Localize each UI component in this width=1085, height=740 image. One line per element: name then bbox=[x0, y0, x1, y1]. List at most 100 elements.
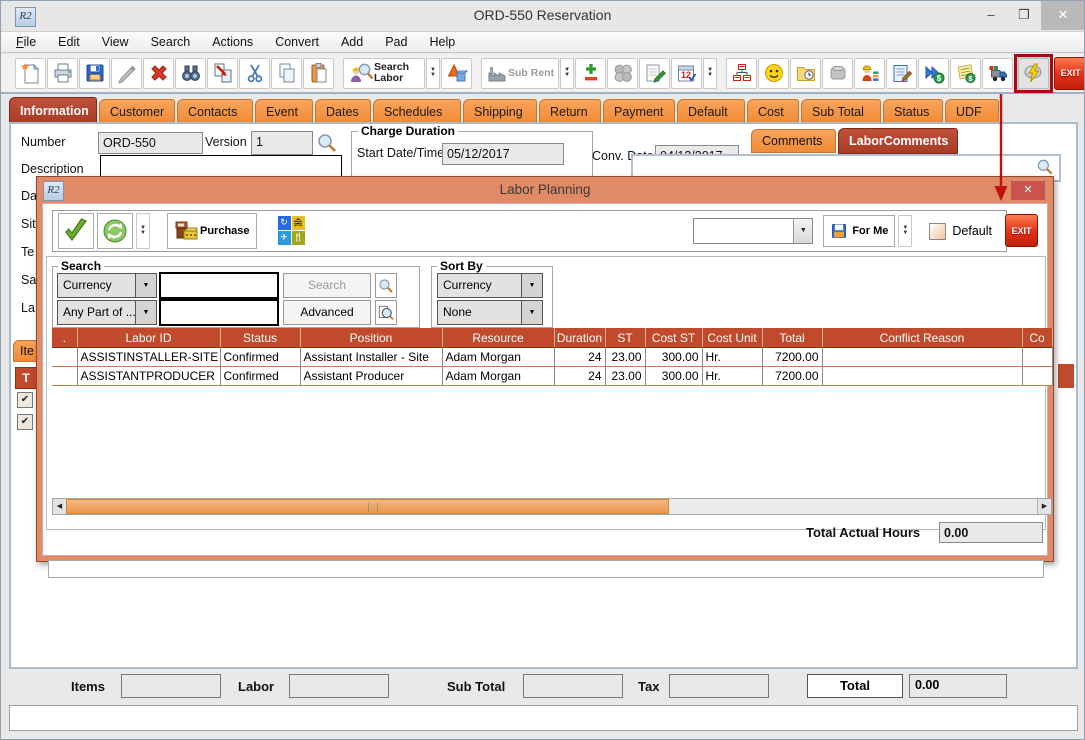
inactive-button[interactable] bbox=[822, 58, 853, 89]
sub-rent-button[interactable]: Sub Rent bbox=[481, 58, 559, 89]
travel-services-button[interactable]: ↻ 🚖︎ ✈︎ 🍴︎ bbox=[278, 216, 306, 246]
col-total[interactable]: Total bbox=[762, 328, 822, 348]
minimize-button[interactable]: – bbox=[976, 1, 1006, 30]
history-folder-button[interactable] bbox=[790, 58, 821, 89]
tab-default[interactable]: Default bbox=[677, 99, 745, 123]
cut-button[interactable] bbox=[239, 58, 270, 89]
transport-button[interactable] bbox=[982, 58, 1013, 89]
tab-payment[interactable]: Payment bbox=[603, 99, 675, 123]
groups-button[interactable] bbox=[607, 58, 638, 89]
labor-field[interactable] bbox=[289, 674, 389, 698]
menu-help[interactable]: Help bbox=[429, 35, 455, 49]
dialog-exit-button[interactable]: EXIT bbox=[1005, 214, 1038, 247]
col-dot[interactable]: . bbox=[52, 328, 77, 348]
send-invoice-button[interactable]: $ bbox=[918, 58, 949, 89]
tab-shipping[interactable]: Shipping bbox=[463, 99, 537, 123]
scroll-right-arrow[interactable]: ▶ bbox=[1037, 499, 1051, 514]
org-chart-button[interactable] bbox=[726, 58, 757, 89]
menu-convert[interactable]: Convert bbox=[275, 35, 319, 49]
find-button[interactable] bbox=[175, 58, 206, 89]
menu-view[interactable]: View bbox=[102, 35, 129, 49]
row-checkbox-1[interactable]: ✔ bbox=[17, 392, 33, 408]
tab-return[interactable]: Return bbox=[539, 99, 601, 123]
edit-notes-button[interactable] bbox=[886, 58, 917, 89]
new-button[interactable] bbox=[15, 58, 46, 89]
chevron-down-icon[interactable]: ▼ bbox=[521, 301, 542, 324]
search-labor-button[interactable]: Search Labor bbox=[343, 58, 425, 89]
search-button[interactable]: Search bbox=[283, 273, 371, 298]
tab-event[interactable]: Event bbox=[255, 99, 313, 123]
tab-udf[interactable]: UDF bbox=[945, 99, 999, 123]
menu-search[interactable]: Search bbox=[151, 35, 191, 49]
confirm-button[interactable] bbox=[58, 213, 94, 249]
exit-button[interactable]: EXIT bbox=[1054, 57, 1085, 90]
delete-button[interactable] bbox=[143, 58, 174, 89]
search-input-2[interactable] bbox=[159, 299, 279, 326]
print-button[interactable] bbox=[47, 58, 78, 89]
labor-planning-button[interactable] bbox=[1018, 58, 1049, 89]
tax-field[interactable] bbox=[669, 674, 769, 698]
menu-edit[interactable]: Edit bbox=[58, 35, 80, 49]
items-shapes-button[interactable] bbox=[441, 58, 472, 89]
number-field[interactable]: ORD-550 bbox=[98, 132, 203, 154]
sub-rent-dropdown[interactable] bbox=[560, 58, 574, 89]
col-st[interactable]: ST bbox=[605, 328, 645, 348]
col-cut[interactable]: Co bbox=[1022, 328, 1052, 348]
col-conflict-reason[interactable]: Conflict Reason bbox=[822, 328, 1022, 348]
tab-status[interactable]: Status bbox=[883, 99, 943, 123]
col-resource[interactable]: Resource bbox=[442, 328, 554, 348]
tab-schedules[interactable]: Schedules bbox=[373, 99, 461, 123]
col-labor-id[interactable]: Labor ID bbox=[77, 328, 220, 348]
tab-contacts[interactable]: Contacts bbox=[177, 99, 253, 123]
chevron-down-icon[interactable]: ▼ bbox=[521, 274, 542, 297]
table-row[interactable]: ASSISTANTPRODUCER Confirmed Assistant Pr… bbox=[52, 367, 1052, 386]
calendar-button[interactable]: 12 bbox=[671, 58, 702, 89]
copy-button[interactable] bbox=[271, 58, 302, 89]
col-position[interactable]: Position bbox=[300, 328, 442, 348]
col-status[interactable]: Status bbox=[220, 328, 300, 348]
menu-actions[interactable]: Actions bbox=[212, 35, 253, 49]
sub-total-field[interactable] bbox=[523, 674, 623, 698]
start-datetime-field[interactable]: 05/12/2017 bbox=[442, 143, 564, 165]
col-cost-unit[interactable]: Cost Unit bbox=[702, 328, 762, 348]
total-field[interactable]: 0.00 bbox=[909, 674, 1007, 698]
tab-dates[interactable]: Dates bbox=[315, 99, 371, 123]
col-duration[interactable]: Duration bbox=[554, 328, 605, 348]
total-actual-hours-field[interactable]: 0.00 bbox=[939, 522, 1043, 543]
table-row[interactable]: ASSISTINSTALLER-SITE Confirmed Assistant… bbox=[52, 348, 1052, 367]
crew-button[interactable] bbox=[854, 58, 885, 89]
search-field-select[interactable]: Currency▼ bbox=[57, 273, 157, 298]
calendar-dropdown[interactable] bbox=[703, 58, 717, 89]
purchase-button[interactable]: Purchase bbox=[167, 213, 257, 249]
menu-pad[interactable]: Pad bbox=[385, 35, 407, 49]
default-checkbox[interactable] bbox=[929, 223, 946, 240]
comments-tab[interactable]: Comments bbox=[751, 129, 836, 153]
tab-information[interactable]: Information bbox=[9, 97, 97, 123]
chevron-down-icon[interactable]: ▼ bbox=[135, 301, 156, 324]
dialog-close-button[interactable]: ✕ bbox=[1011, 181, 1045, 200]
save-button[interactable] bbox=[79, 58, 110, 89]
menu-add[interactable]: Add bbox=[341, 35, 363, 49]
billing-button[interactable]: $ bbox=[950, 58, 981, 89]
tab-cost[interactable]: Cost bbox=[747, 99, 799, 123]
add-remove-button[interactable] bbox=[575, 58, 606, 89]
refresh-dropdown[interactable] bbox=[136, 213, 150, 249]
items-field[interactable] bbox=[121, 674, 221, 698]
scrollbar-thumb[interactable] bbox=[66, 499, 669, 514]
maximize-button[interactable]: ❒ bbox=[1009, 1, 1039, 30]
search-magnifier-button[interactable] bbox=[375, 273, 397, 298]
tab-customer[interactable]: Customer bbox=[99, 99, 175, 123]
search-labor-dropdown[interactable] bbox=[426, 58, 440, 89]
search-input-1[interactable] bbox=[159, 272, 279, 299]
menu-file[interactable]: File bbox=[16, 35, 36, 49]
chevron-down-icon[interactable]: ▼ bbox=[793, 219, 812, 243]
advanced-button[interactable]: Advanced bbox=[283, 300, 371, 325]
notes-button[interactable] bbox=[639, 58, 670, 89]
close-button[interactable]: ✕ bbox=[1041, 1, 1085, 30]
version-field[interactable]: 1 bbox=[251, 131, 313, 155]
contact-button[interactable] bbox=[758, 58, 789, 89]
scroll-left-arrow[interactable]: ◀ bbox=[53, 499, 67, 514]
sort-primary-select[interactable]: Currency▼ bbox=[437, 273, 543, 298]
for-me-button[interactable]: For Me bbox=[823, 215, 895, 247]
chevron-down-icon[interactable]: ▼ bbox=[135, 274, 156, 297]
